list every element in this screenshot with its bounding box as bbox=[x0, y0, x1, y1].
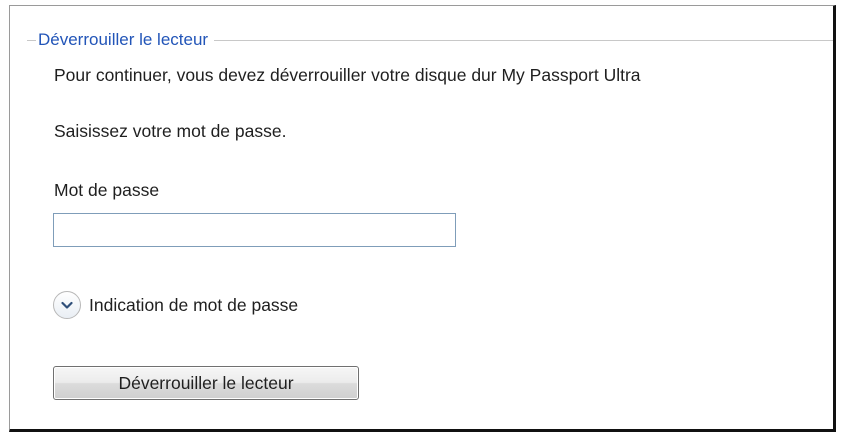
password-hint-toggle[interactable]: Indication de mot de passe bbox=[53, 289, 298, 321]
password-input[interactable] bbox=[53, 213, 456, 247]
password-hint-label: Indication de mot de passe bbox=[89, 295, 299, 315]
chevron-down-icon[interactable] bbox=[53, 291, 81, 319]
password-label: Mot de passe bbox=[54, 180, 160, 200]
enter-password-text: Saisissez votre mot de passe. bbox=[54, 121, 287, 141]
unlock-instruction-text: Pour continuer, vous devez déverrouiller… bbox=[54, 65, 641, 85]
unlock-drive-button[interactable]: Déverrouiller le lecteur bbox=[53, 366, 359, 400]
group-box-legend: Déverrouiller le lecteur bbox=[36, 30, 215, 50]
